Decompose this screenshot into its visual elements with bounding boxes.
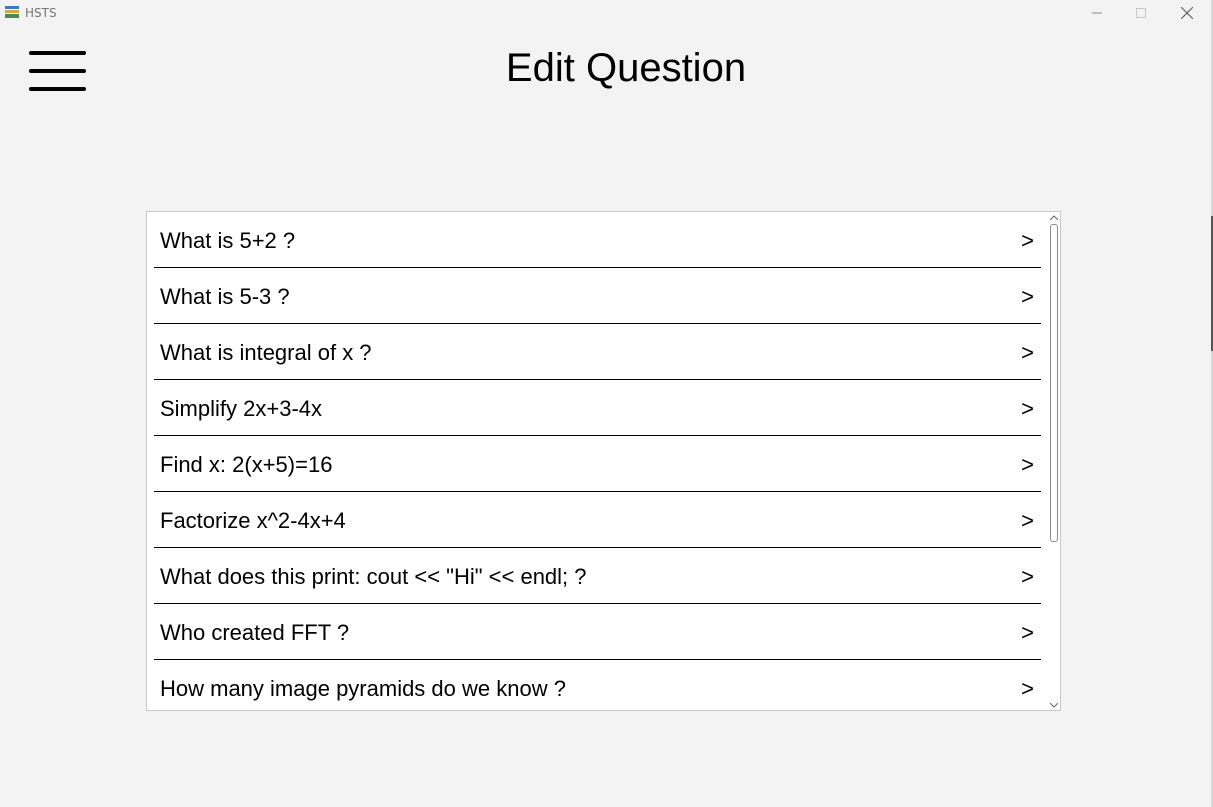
list-item[interactable]: How many image pyramids do we know ? > [154,660,1041,710]
chevron-right-icon: > [1021,396,1034,421]
list-item[interactable]: What is integral of x ? > [154,324,1041,380]
list-item[interactable]: Find x: 2(x+5)=16 > [154,436,1041,492]
scroll-down-icon[interactable] [1049,701,1058,709]
question-list-items: What is 5+2 ? > What is 5-3 ? > What is … [154,212,1041,710]
question-text: How many image pyramids do we know ? [160,676,566,701]
vertical-scrollbar[interactable] [1047,212,1060,710]
chevron-right-icon: > [1021,228,1034,253]
title-bar: HSTS [0,0,1213,26]
question-text: Find x: 2(x+5)=16 [160,452,333,477]
app-window: HSTS Edit Question What is 5+2 ? > What … [0,0,1213,807]
chevron-right-icon: > [1021,452,1034,477]
chevron-right-icon: > [1021,620,1034,645]
minimize-icon [1092,12,1102,14]
maximize-icon [1136,8,1146,18]
maximize-button[interactable] [1118,0,1164,26]
list-item[interactable]: Who created FFT ? > [154,604,1041,660]
scroll-up-icon[interactable] [1049,213,1058,221]
chevron-right-icon: > [1021,508,1034,533]
chevron-right-icon: > [1021,676,1034,701]
minimize-button[interactable] [1074,0,1120,26]
question-text: Factorize x^2-4x+4 [160,508,346,533]
list-item[interactable]: Simplify 2x+3-4x > [154,380,1041,436]
list-item[interactable]: What does this print: cout << "Hi" << en… [154,548,1041,604]
page-title: Edit Question [505,46,747,90]
close-button[interactable] [1164,0,1210,26]
app-icon [4,5,20,19]
list-item[interactable]: Factorize x^2-4x+4 > [154,492,1041,548]
scrollbar-thumb[interactable] [1050,224,1058,542]
chevron-right-icon: > [1021,284,1034,309]
list-item[interactable]: What is 5-3 ? > [154,268,1041,324]
question-text: Who created FFT ? [160,620,350,645]
list-item[interactable]: What is 5+2 ? > [154,212,1041,268]
chevron-right-icon: > [1021,340,1034,365]
question-text: What is integral of x ? [160,340,372,365]
question-text: Simplify 2x+3-4x [160,396,323,421]
question-text: What does this print: cout << "Hi" << en… [160,564,587,589]
question-text: What is 5+2 ? [160,228,296,253]
question-text: What is 5-3 ? [160,284,290,309]
chevron-right-icon: > [1021,564,1034,589]
question-list[interactable]: What is 5+2 ? > What is 5-3 ? > What is … [146,211,1061,711]
close-icon [1181,7,1193,19]
window-title: HSTS [25,6,57,20]
